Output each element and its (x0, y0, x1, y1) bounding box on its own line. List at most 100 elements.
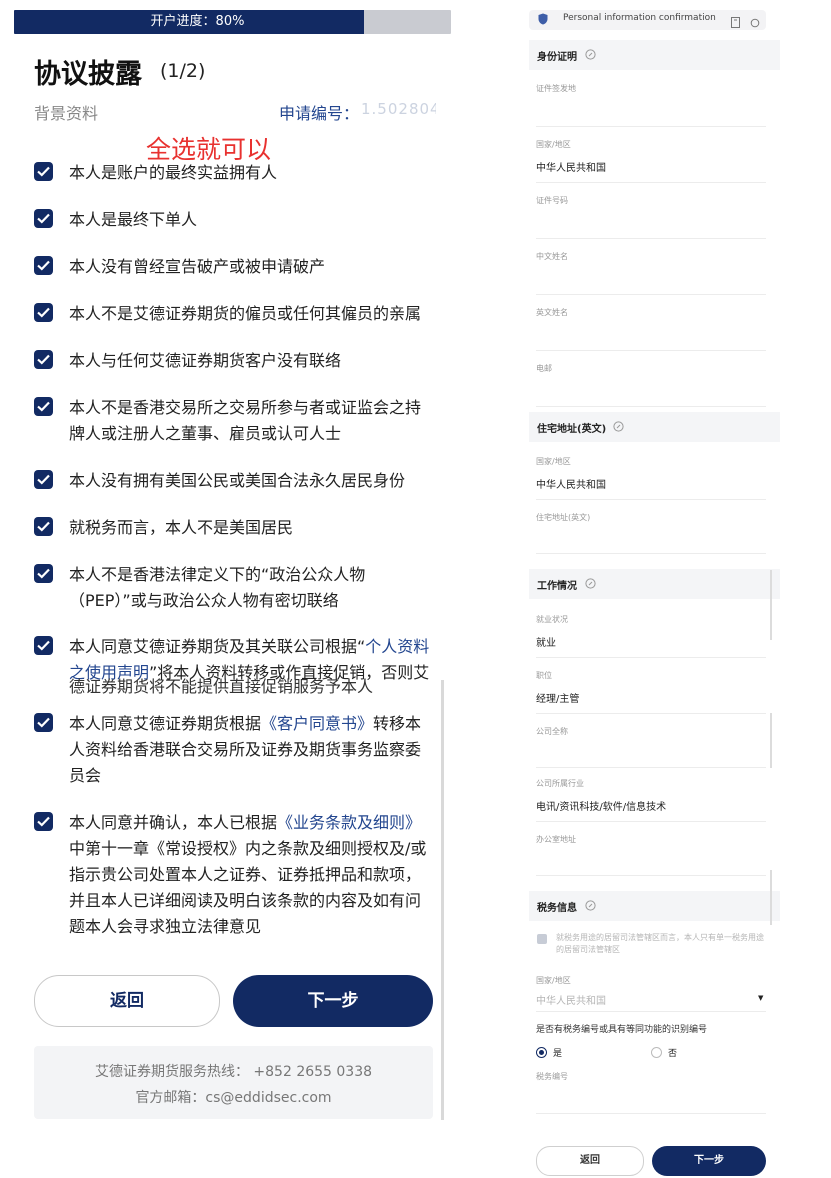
industry-value[interactable]: 电讯/资讯科技/软件/信息技术 (536, 798, 666, 813)
agreement-text: 本人同意艾德证券期货根据《客户同意书》转移本人资料给香港联合交易所及证券及期货事… (69, 711, 434, 789)
bookmark-icon[interactable] (730, 17, 740, 28)
checkbox-checked[interactable] (34, 517, 53, 536)
section-employment: 工作情况 (529, 569, 780, 599)
issue-place-label: 证件签发地 (536, 84, 576, 93)
application-number-value: 1.5028047 (361, 100, 436, 118)
edit-icon[interactable] (613, 421, 624, 432)
divider (536, 126, 766, 127)
divider (536, 406, 766, 407)
position-value[interactable]: 经理/主管 (536, 690, 579, 705)
back-button[interactable]: 返回 (34, 975, 220, 1027)
address-country-label: 国家/地区 (536, 457, 571, 466)
divider (536, 499, 766, 500)
hotline-text: 艾德证券期货服务热线： +852 2655 0338 (94, 1064, 373, 1080)
progress-label: 开户进度：80% (150, 14, 245, 29)
contact-footer: 艾德证券期货服务热线： +852 2655 0338 官方邮箱：cs@eddid… (34, 1046, 433, 1119)
divider (536, 1113, 766, 1114)
scrollbar[interactable] (770, 713, 772, 768)
checkbox-checked[interactable] (34, 209, 53, 228)
next-button[interactable]: 下一步 (652, 1146, 766, 1176)
checkbox-checked[interactable] (34, 350, 53, 369)
divider (536, 657, 766, 658)
section-title: 身份证明 (537, 52, 577, 63)
agreement-text: 本人没有曾经宣告破产或被申请破产 (69, 257, 326, 276)
checkbox-checked[interactable] (34, 303, 53, 322)
checkbox-checked[interactable] (34, 162, 53, 181)
id-number-label: 证件号码 (536, 196, 568, 205)
divider (536, 182, 766, 183)
page-title: 协议披露 (34, 59, 142, 90)
agreement-text: 本人不是艾德证券期货的僱员或任何其僱员的亲属 (69, 304, 422, 323)
agreement-text: 本人不是香港交易所之交易所参与者或证监会之持牌人或注册人之董事、雇员或认可人士 (69, 398, 422, 443)
agreement-overlap-text: 德证券期货将不能提供直接促销服务予本人 (69, 677, 374, 694)
checkbox-checked[interactable] (34, 812, 53, 831)
divider (536, 553, 766, 554)
country-label: 国家/地区 (536, 140, 571, 149)
agreement-text: 本人同意并确认，本人已根据《业务条款及细则》中第十一章《常设授权》内之条款及细则… (69, 810, 434, 940)
agreement-text: 本人没有拥有美国公民或美国合法永久居民身份 (69, 471, 406, 490)
edit-icon[interactable] (585, 900, 596, 911)
agreement-text-before: 本人同意并确认，本人已根据 (69, 813, 278, 832)
checkbox-checked[interactable] (34, 470, 53, 489)
tax-number-label: 税务编号 (536, 1072, 568, 1081)
dropdown-arrow-icon[interactable]: ▼ (758, 994, 763, 1002)
section-tax: 税务信息 (529, 891, 780, 921)
scrollbar[interactable] (770, 570, 772, 640)
tax-residency-checkbox[interactable] (537, 934, 547, 944)
section-address: 住宅地址(英文) (529, 412, 780, 442)
top-bar: Personal information confirmation (529, 10, 766, 30)
next-button[interactable]: 下一步 (233, 975, 433, 1027)
checkbox-checked[interactable] (34, 256, 53, 275)
radio-yes-label: 是 (553, 1049, 563, 1059)
agreement-text: 本人是账户的最终实益拥有人 (69, 163, 278, 182)
radio-no-label: 否 (668, 1049, 678, 1059)
chinese-name-label: 中文姓名 (536, 252, 568, 261)
client-consent-link[interactable]: 《客户同意书》 (261, 714, 373, 733)
personal-info-panel: Personal information confirmation 身份证明 证… (524, 0, 780, 1178)
section-identity: 身份证明 (529, 40, 780, 70)
address-label: 住宅地址(英文) (536, 513, 591, 522)
progress-bar: 开户进度：80% (14, 10, 451, 34)
agreement-disclosure-panel: 开户进度：80% 协议披露 (1/2) 背景资料 申请编号： 1.5028047… (0, 0, 470, 1178)
agreement-text: 本人是最终下单人 (69, 210, 198, 229)
employment-status-label: 就业状况 (536, 615, 568, 624)
scrollbar[interactable] (770, 870, 772, 925)
agreement-text-before: 本人同意艾德证券期货及其关联公司根据“ (69, 637, 366, 656)
divider (536, 350, 766, 351)
back-button[interactable]: 返回 (536, 1146, 644, 1176)
edit-icon[interactable] (585, 578, 596, 589)
divider (536, 1011, 766, 1012)
country-value[interactable]: 中华人民共和国 (536, 159, 606, 174)
checkbox-checked[interactable] (34, 636, 53, 655)
edit-icon[interactable] (585, 49, 596, 60)
employment-status-value[interactable]: 就业 (536, 634, 556, 649)
section-title: 工作情况 (537, 581, 577, 592)
checkbox-checked[interactable] (34, 397, 53, 416)
section-title: 住宅地址(英文) (537, 424, 607, 435)
divider (536, 238, 766, 239)
page-count: (1/2) (160, 60, 206, 82)
tax-country-value[interactable]: 中华人民共和国 (536, 992, 606, 1007)
divider (536, 294, 766, 295)
office-address-label: 办公室地址 (536, 835, 576, 844)
email-text: 官方邮箱：cs@eddidsec.com (135, 1090, 332, 1106)
checkbox-checked[interactable] (34, 564, 53, 583)
tax-residency-text: 就税务用途的居留司法管辖区而言，本人只有单一税务用途的居留司法管辖区 (556, 933, 764, 954)
agreement-text: 就税务而言，本人不是美国居民 (69, 518, 294, 537)
terms-conditions-link[interactable]: 《业务条款及细则》 (277, 813, 421, 832)
divider (536, 875, 766, 876)
shield-icon (538, 13, 548, 25)
address-country-value[interactable]: 中华人民共和国 (536, 476, 606, 491)
refresh-icon[interactable] (750, 18, 760, 28)
section-title: 税务信息 (537, 903, 577, 914)
application-number-label: 申请编号： (279, 104, 360, 123)
agreement-text-before: 本人同意艾德证券期货根据 (69, 714, 262, 733)
radio-no[interactable] (651, 1047, 662, 1058)
checkbox-checked[interactable] (34, 713, 53, 732)
radio-yes[interactable] (536, 1047, 547, 1058)
position-label: 职位 (536, 671, 552, 680)
english-name-label: 英文姓名 (536, 308, 568, 317)
scrollbar[interactable] (441, 680, 444, 1120)
tax-number-question: 是否有税务编号或具有等同功能的识别编号 (536, 1025, 708, 1035)
agreement-text-after: 中第十一章《常设授权》内之条款及细则授权及/或指示贵公司处置本人之证券、证券抵押… (69, 839, 427, 936)
